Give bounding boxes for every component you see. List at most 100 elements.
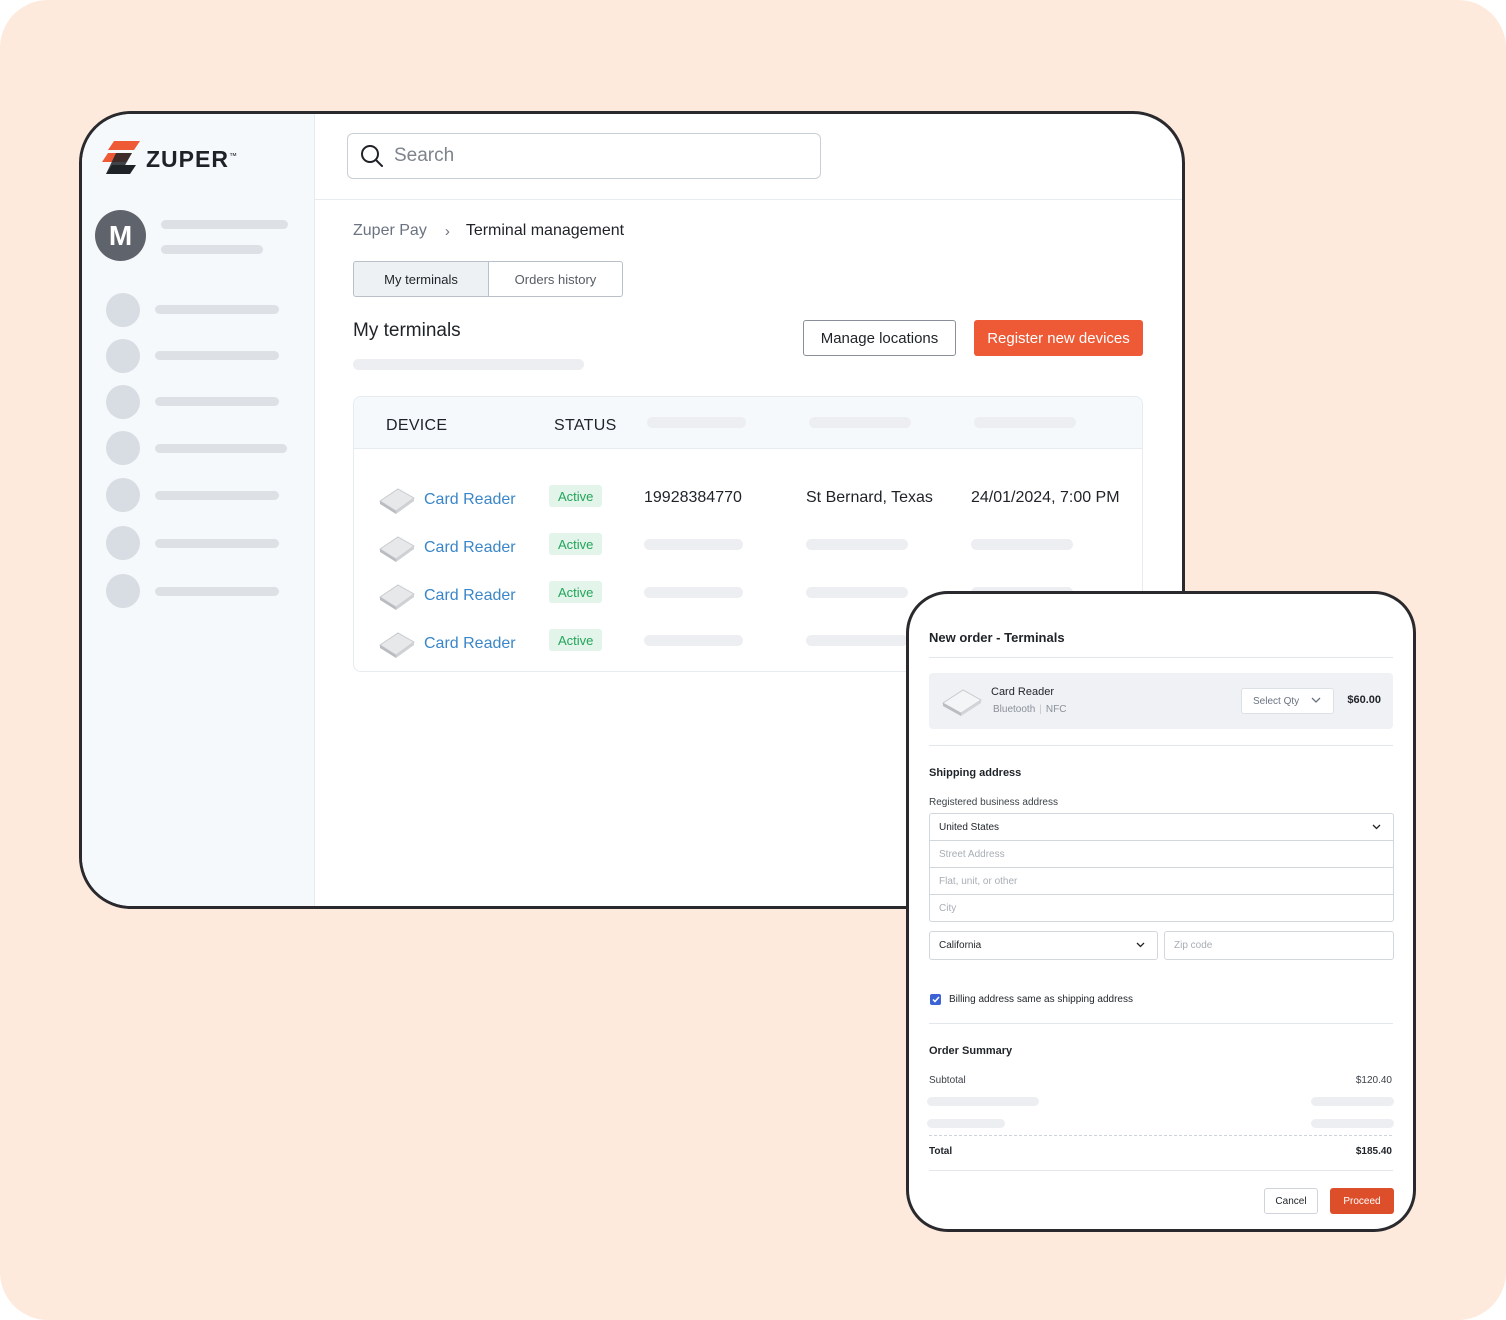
brand-logo[interactable]: ZUPER™ xyxy=(102,139,238,179)
register-new-devices-button[interactable]: Register new devices xyxy=(974,320,1143,356)
device-name-link[interactable]: Card Reader xyxy=(424,587,516,605)
nav-label-placeholder[interactable] xyxy=(155,491,279,500)
subtotal-row: Subtotal $120.40 xyxy=(929,1075,1392,1086)
cell-placeholder xyxy=(806,635,908,646)
table-row[interactable]: Card Reader Active xyxy=(354,525,1142,573)
status-badge: Active xyxy=(549,533,603,555)
column-header-placeholder xyxy=(647,417,746,428)
panel-title: New order - Terminals xyxy=(929,630,1065,645)
manage-locations-button[interactable]: Manage locations xyxy=(803,320,956,356)
total-value: $185.40 xyxy=(1355,1146,1392,1157)
user-name-placeholder xyxy=(161,220,288,229)
divider xyxy=(929,1170,1393,1171)
tab-my-terminals[interactable]: My terminals xyxy=(353,261,489,297)
device-date: 24/01/2024, 7:00 PM xyxy=(971,489,1120,506)
status-badge: Active xyxy=(549,629,603,651)
billing-same-label[interactable]: Billing address same as shipping address xyxy=(949,994,1133,1005)
billing-same-checkbox[interactable] xyxy=(930,994,941,1005)
address-fields: United States Street Address Flat, unit,… xyxy=(929,813,1394,922)
nav-label-placeholder[interactable] xyxy=(155,397,279,406)
subtotal-label: Subtotal xyxy=(929,1075,966,1086)
state-select[interactable]: California xyxy=(929,931,1158,960)
proceed-button[interactable]: Proceed xyxy=(1330,1188,1394,1214)
breadcrumb: Zuper Pay › Terminal management xyxy=(353,222,624,240)
summary-divider xyxy=(929,1135,1392,1136)
cell-placeholder xyxy=(644,587,743,598)
cell-placeholder xyxy=(806,587,908,598)
divider xyxy=(929,1023,1393,1024)
country-value: United States xyxy=(939,821,1000,833)
flat-unit-field[interactable]: Flat, unit, or other xyxy=(930,868,1393,895)
section-title: My terminals xyxy=(353,320,461,341)
tab-orders-history[interactable]: Orders history xyxy=(489,261,623,297)
status-badge: Active xyxy=(549,485,603,507)
nav-icon[interactable] xyxy=(106,293,140,327)
column-header-status: STATUS xyxy=(554,417,617,434)
divider xyxy=(929,745,1393,746)
nav-label-placeholder[interactable] xyxy=(155,587,279,596)
zip-code-field[interactable]: Zip code xyxy=(1164,931,1394,960)
card-reader-icon xyxy=(379,536,415,562)
breadcrumb-current: Terminal management xyxy=(465,222,625,239)
total-label: Total xyxy=(929,1146,953,1157)
search-icon xyxy=(361,145,383,167)
product-price: $60.00 xyxy=(1347,694,1381,706)
product-features: Bluetooth | NFC xyxy=(993,704,1067,715)
summary-line-placeholder xyxy=(927,1097,1039,1106)
nav-icon[interactable] xyxy=(106,339,140,373)
summary-value-placeholder xyxy=(1311,1119,1394,1128)
section-subtitle-placeholder xyxy=(353,359,584,370)
sidebar: ZUPER™ M xyxy=(82,114,315,906)
device-name-link[interactable]: Card Reader xyxy=(424,539,516,557)
zuper-logo-icon xyxy=(102,141,140,174)
check-icon xyxy=(931,996,940,1003)
cell-placeholder xyxy=(644,635,743,646)
chevron-down-icon xyxy=(1311,697,1321,703)
chevron-down-icon xyxy=(1372,824,1381,830)
device-serial: 19928384770 xyxy=(644,489,742,506)
user-role-placeholder xyxy=(161,245,263,254)
card-reader-icon xyxy=(379,488,415,514)
nav-icon[interactable] xyxy=(106,385,140,419)
cell-placeholder xyxy=(971,539,1073,550)
nav-label-placeholder[interactable] xyxy=(155,444,287,453)
total-row: Total $185.40 xyxy=(929,1146,1392,1157)
country-select[interactable]: United States xyxy=(930,814,1393,841)
divider xyxy=(929,657,1393,658)
product-name: Card Reader xyxy=(991,686,1054,698)
column-header-placeholder xyxy=(809,417,911,428)
card-reader-icon xyxy=(379,632,415,658)
column-header-device: DEVICE xyxy=(386,417,448,434)
card-reader-icon xyxy=(379,584,415,610)
nav-icon[interactable] xyxy=(106,526,140,560)
city-field[interactable]: City xyxy=(930,895,1393,922)
nav-label-placeholder[interactable] xyxy=(155,351,279,360)
cancel-button[interactable]: Cancel xyxy=(1264,1188,1318,1214)
column-header-placeholder xyxy=(974,417,1076,428)
search-box[interactable] xyxy=(347,133,821,179)
cell-placeholder xyxy=(644,539,743,550)
chevron-right-icon: › xyxy=(444,222,450,240)
card-reader-icon xyxy=(942,689,982,716)
brand-name: ZUPER™ xyxy=(146,145,238,172)
shipping-heading: Shipping address xyxy=(929,767,1022,779)
nav-icon[interactable] xyxy=(106,574,140,608)
table-row[interactable]: Card Reader Active 19928384770 St Bernar… xyxy=(354,477,1142,525)
device-name-link[interactable]: Card Reader xyxy=(424,635,516,653)
device-name-link[interactable]: Card Reader xyxy=(424,491,516,509)
state-value: California xyxy=(939,940,982,951)
user-avatar[interactable]: M xyxy=(95,210,146,261)
order-summary-heading: Order Summary xyxy=(929,1045,1013,1057)
subtotal-value: $120.40 xyxy=(1355,1075,1392,1086)
chevron-down-icon xyxy=(1136,942,1145,948)
table-header: DEVICE STATUS xyxy=(354,397,1142,449)
breadcrumb-root[interactable]: Zuper Pay xyxy=(353,222,427,240)
nav-label-placeholder[interactable] xyxy=(155,305,279,314)
nav-icon[interactable] xyxy=(106,478,140,512)
product-card: Card Reader Bluetooth | NFC Select Qty $60… xyxy=(929,673,1393,729)
search-input[interactable] xyxy=(394,145,794,167)
quantity-select[interactable]: Select Qty xyxy=(1241,688,1334,714)
street-address-field[interactable]: Street Address xyxy=(930,841,1393,868)
nav-icon[interactable] xyxy=(106,431,140,465)
nav-label-placeholder[interactable] xyxy=(155,539,279,548)
